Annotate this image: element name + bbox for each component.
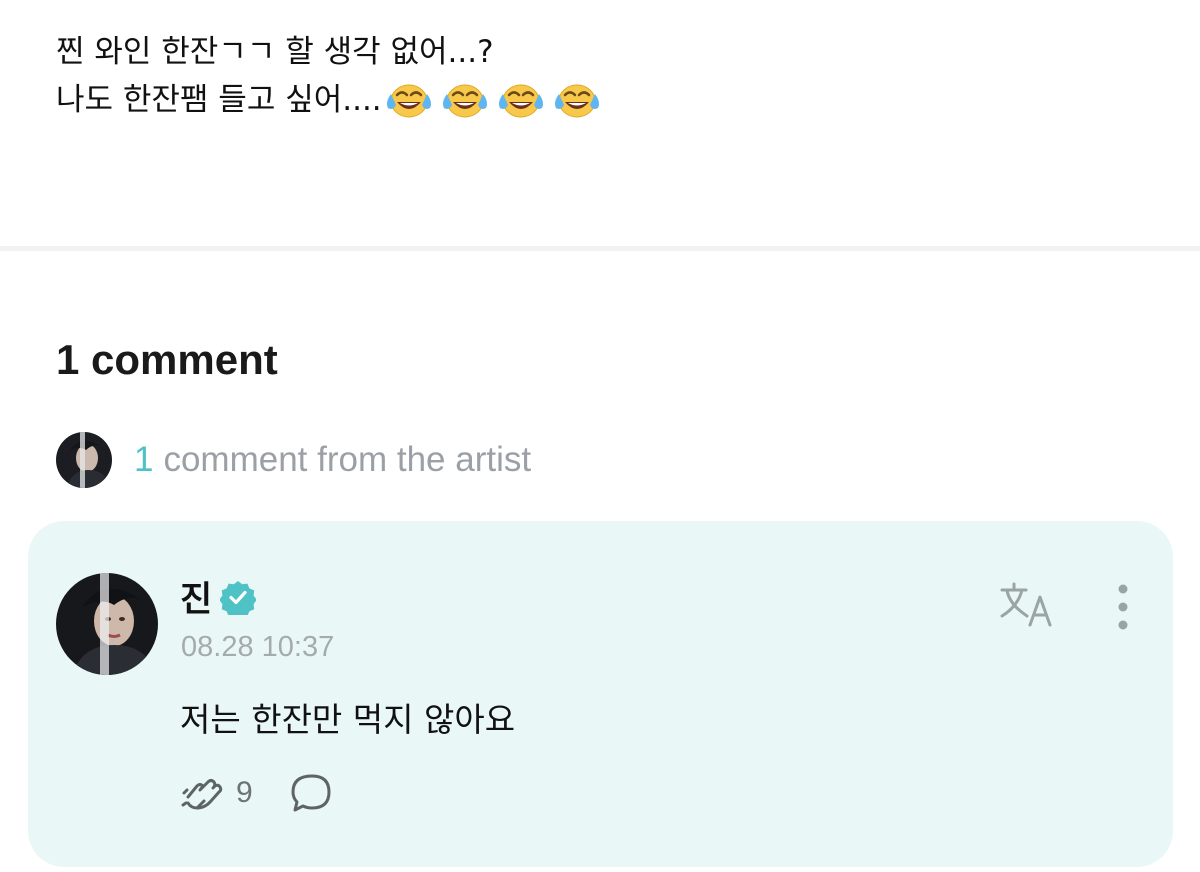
artist-comment-card: 진 08.28 10:37 저는 한잔만 먹지 않아요 9	[28, 521, 1173, 867]
section-divider	[0, 246, 1200, 251]
artist-comment-summary-text: 1 comment from the artist	[134, 440, 531, 480]
face-with-tears-of-joy-icon	[498, 84, 543, 118]
artist-comment-summary[interactable]: 1 comment from the artist	[56, 432, 531, 488]
artist-comment-label: comment from the artist	[163, 440, 532, 479]
post-text-line-2: 나도 한잔팸 들고 싶어....	[56, 82, 382, 118]
verified-badge-icon	[220, 580, 257, 615]
comment-author-row: 진	[180, 571, 257, 622]
comment-text: 저는 한잔만 먹지 않아요	[180, 700, 516, 739]
translate-icon[interactable]	[998, 581, 1058, 629]
avatar[interactable]	[56, 573, 158, 675]
comment-author-name[interactable]: 진	[180, 571, 212, 622]
comment-actions: 9	[180, 771, 335, 815]
face-with-tears-of-joy-icon	[554, 84, 599, 118]
like-clap-icon[interactable]	[180, 771, 226, 815]
face-with-tears-of-joy-icon	[386, 84, 431, 118]
like-count: 9	[236, 776, 253, 809]
reply-bubble-icon[interactable]	[289, 771, 335, 815]
post-text-line-1: 찐 와인 한잔ㄱㄱ 할 생각 없어...?	[56, 34, 494, 70]
face-with-tears-of-joy-icon	[442, 84, 487, 118]
more-vertical-icon[interactable]	[1108, 581, 1138, 633]
post-text-line-2-wrapper: 나도 한잔팸 들고 싶어....	[56, 76, 1156, 124]
comment-timestamp: 08.28 10:37	[181, 631, 335, 663]
artist-comment-count: 1	[134, 440, 154, 479]
post-body: 찐 와인 한잔ㄱㄱ 할 생각 없어...? 나도 한잔팸 들고 싶어....	[56, 28, 1156, 124]
comments-heading: 1 comment	[56, 336, 278, 383]
emoji-row	[384, 80, 608, 120]
artist-mini-avatar	[56, 432, 112, 488]
post-page: 찐 와인 한잔ㄱㄱ 할 생각 없어...? 나도 한잔팸 들고 싶어.... 1…	[0, 0, 1200, 872]
